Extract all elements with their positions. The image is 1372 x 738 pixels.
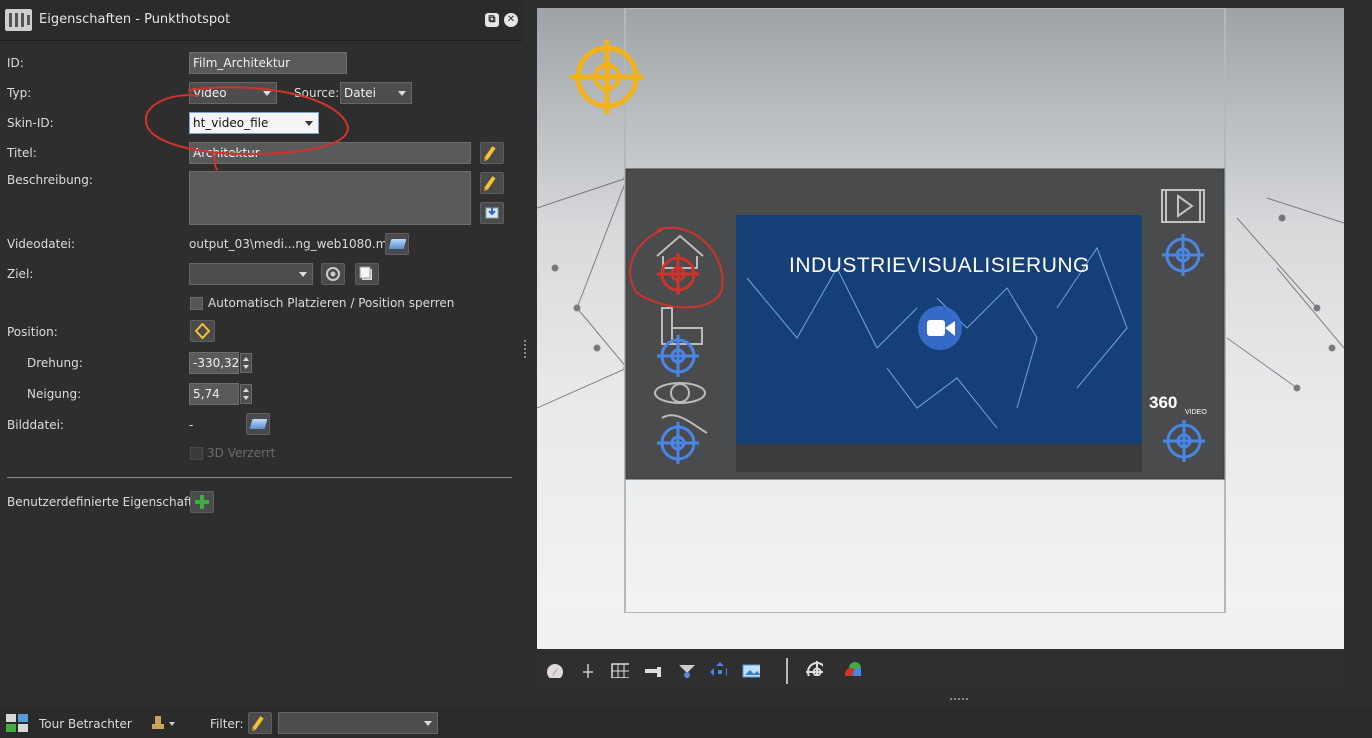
hotspot-orange-icon (570, 40, 644, 114)
edit-beschreibung-button[interactable] (480, 172, 504, 194)
funnel-eye-icon[interactable] (677, 662, 695, 678)
insert-button[interactable] (480, 202, 504, 224)
insert-text-icon (485, 207, 499, 219)
bilddatei-label: Bilddatei: (7, 418, 64, 432)
filter-select[interactable] (278, 712, 438, 734)
ziel-label: Ziel: (7, 267, 34, 281)
drehung-input[interactable]: -330,32 (189, 352, 239, 374)
target-circle-icon (326, 267, 340, 281)
preview-toolbar (537, 654, 1344, 688)
color-circles-icon[interactable] (843, 660, 861, 676)
custom-properties-label: Benutzerdefinierte Eigenschaften: (7, 495, 212, 509)
chevron-down-icon (299, 272, 307, 277)
chevron-down-icon (424, 721, 432, 726)
3d-distorted-checkbox[interactable] (190, 447, 203, 460)
hotspot-target-icon[interactable] (805, 660, 823, 676)
badge-360: 360 (1149, 393, 1178, 412)
titel-label: Titel: (7, 146, 37, 160)
open-video-button[interactable] (385, 233, 409, 255)
target-pick-button[interactable] (321, 263, 345, 285)
diamond-icon (194, 322, 211, 340)
folder-icon (388, 239, 407, 249)
edit-titel-button[interactable] (480, 142, 504, 164)
3d-distorted-label: 3D Verzerrt (207, 446, 276, 460)
pencil-icon (484, 146, 496, 160)
right-panel-edge (1356, 40, 1372, 690)
panorama-preview[interactable]: INDUSTRIEVISUALISIERUNG 360 VIDEO (537, 8, 1344, 649)
compass-icon[interactable] (545, 662, 563, 678)
neigung-spinner[interactable] (240, 384, 252, 404)
typ-label: Typ: (7, 86, 32, 100)
position-label: Position: (7, 325, 58, 339)
panorama-scene (537, 8, 1344, 649)
position-button[interactable] (190, 320, 215, 342)
chevron-down-icon (398, 91, 406, 96)
filter-label: Filter: (210, 717, 244, 731)
plus-icon (195, 495, 209, 509)
divider (7, 477, 512, 478)
skin-id-label: Skin-ID: (7, 116, 54, 130)
crosshair-line-icon[interactable] (581, 662, 599, 678)
undock-icon[interactable]: ⧉ (485, 13, 499, 27)
video-title-text: INDUSTRIEVISUALISIERUNG (789, 254, 1090, 277)
id-label: ID: (7, 56, 24, 70)
auto-place-checkbox[interactable] (190, 297, 203, 310)
close-icon[interactable]: ✕ (504, 13, 518, 27)
videodatei-label: Videodatei: (7, 237, 76, 251)
pages-icon (359, 266, 372, 280)
drehung-spinner[interactable] (240, 353, 252, 373)
panorama-view-icon[interactable] (742, 662, 760, 678)
annotation-circle (144, 86, 349, 171)
ziel-select[interactable] (189, 263, 313, 285)
beschreibung-label: Beschreibung: (7, 173, 93, 187)
folder-icon (249, 419, 268, 429)
neigung-input[interactable]: 5,74 (189, 383, 239, 405)
stamp-dropdown-icon[interactable] (150, 714, 178, 732)
bottom-bar: Tour Betrachter Filter: (0, 708, 1372, 738)
vertical-splitter-handle[interactable] (524, 340, 528, 358)
bilddatei-value: - (189, 418, 194, 432)
filter-edit-button[interactable] (248, 712, 272, 734)
properties-icon (5, 9, 32, 31)
drehung-label: Drehung: (27, 356, 83, 370)
tour-viewer-icon (6, 714, 28, 732)
videodatei-value: output_03\medi...ng_web1080.mp4 (189, 237, 403, 251)
panel-title: Eigenschaften - Punkthotspot (39, 12, 231, 27)
beschreibung-textarea[interactable] (189, 171, 471, 225)
toolbar-divider (786, 658, 788, 684)
panel-titlebar: Eigenschaften - Punkthotspot ⧉ ✕ (0, 0, 522, 41)
splitter-handle[interactable] (950, 698, 968, 702)
tour-viewer-label: Tour Betrachter (39, 717, 132, 731)
auto-place-label: Automatisch Platzieren / Position sperre… (208, 296, 455, 310)
neigung-label: Neigung: (27, 387, 82, 401)
move-arrows-icon[interactable] (709, 661, 727, 677)
id-input[interactable]: Film_Architektur (189, 52, 347, 74)
pencil-icon (484, 176, 496, 190)
badge-video: VIDEO (1185, 409, 1207, 416)
pencil-icon (252, 716, 264, 730)
open-image-button[interactable] (246, 413, 270, 435)
target-list-button[interactable] (355, 263, 379, 285)
grid-icon[interactable] (611, 662, 629, 678)
add-custom-property-button[interactable] (190, 491, 214, 513)
measure-icon[interactable] (643, 662, 661, 678)
